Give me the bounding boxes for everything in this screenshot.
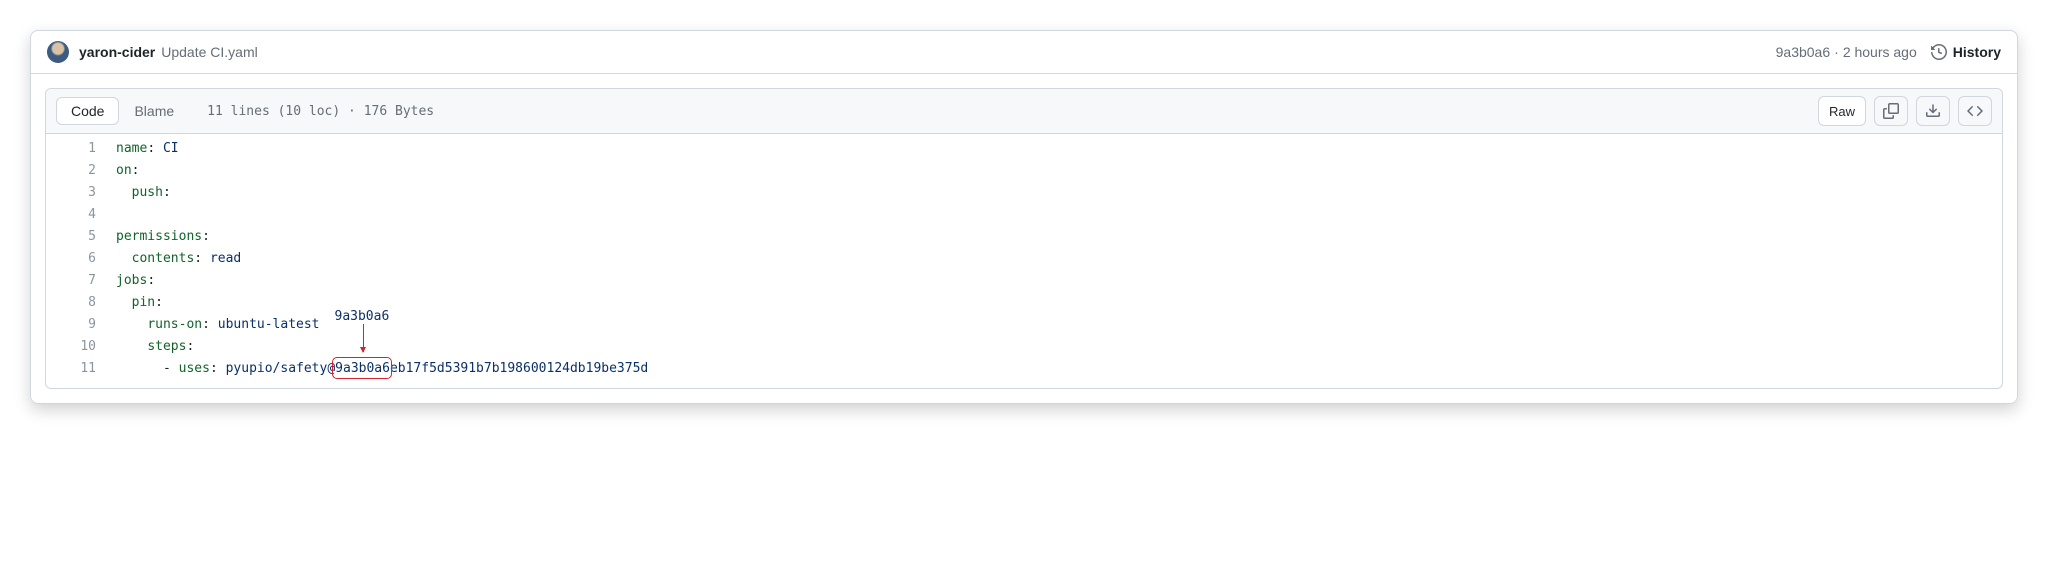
line-number: 7: [46, 270, 96, 292]
code-line: on:: [116, 160, 2002, 182]
file-box: Code Blame 11 lines (10 loc) · 176 Bytes…: [45, 88, 2003, 389]
line-number: 10: [46, 336, 96, 358]
tab-blame[interactable]: Blame: [119, 97, 189, 125]
file-meta: 11 lines (10 loc) · 176 Bytes: [207, 104, 434, 119]
code-line: steps:: [116, 336, 2002, 358]
file-view-card: yaron-cider Update CI.yaml 9a3b0a6 · 2 h…: [30, 30, 2018, 404]
code-icon: [1967, 103, 1983, 119]
file-toolbar: Code Blame 11 lines (10 loc) · 176 Bytes…: [46, 89, 2002, 134]
code-line: contents: read: [116, 248, 2002, 270]
code-line: runs-on: ubuntu-latest: [116, 314, 2002, 336]
history-button[interactable]: History: [1931, 44, 2001, 60]
download-icon: [1925, 103, 1941, 119]
line-number: 1: [46, 138, 96, 160]
view-mode-tabs: Code Blame: [56, 97, 189, 125]
latest-commit-bar: yaron-cider Update CI.yaml 9a3b0a6 · 2 h…: [31, 31, 2017, 74]
line-number: 9: [46, 314, 96, 336]
commit-author[interactable]: yaron-cider: [79, 44, 155, 60]
code-line: pin:: [116, 292, 2002, 314]
history-label: History: [1953, 44, 2001, 60]
line-number: 4: [46, 204, 96, 226]
commit-time: 2 hours ago: [1843, 44, 1917, 60]
code-line: push:: [116, 182, 2002, 204]
code-line: - uses: pyupio/safety@9a3b0a6eb17f5d5391…: [116, 358, 2002, 380]
line-number: 11: [46, 358, 96, 380]
tab-code[interactable]: Code: [56, 97, 119, 125]
code-line: [116, 204, 2002, 226]
line-number: 3: [46, 182, 96, 204]
line-number: 8: [46, 292, 96, 314]
download-button[interactable]: [1916, 96, 1950, 126]
line-number: 5: [46, 226, 96, 248]
toolbar-actions: Raw: [1818, 96, 1992, 126]
copy-button[interactable]: [1874, 96, 1908, 126]
separator: ·: [1834, 44, 1839, 60]
line-number: 6: [46, 248, 96, 270]
avatar[interactable]: [47, 41, 69, 63]
raw-button[interactable]: Raw: [1818, 96, 1866, 126]
code-line: name: CI: [116, 138, 2002, 160]
copy-icon: [1883, 103, 1899, 119]
commit-sha[interactable]: 9a3b0a6: [1776, 44, 1831, 60]
line-numbers: 1234567891011: [46, 138, 116, 380]
code-line: jobs:: [116, 270, 2002, 292]
code-area: 1234567891011 9a3b0a6 name: CIon: push: …: [46, 134, 2002, 388]
history-icon: [1931, 44, 1947, 60]
symbols-button[interactable]: [1958, 96, 1992, 126]
code-line: permissions:: [116, 226, 2002, 248]
commit-message[interactable]: Update CI.yaml: [161, 44, 257, 60]
code-content[interactable]: 9a3b0a6 name: CIon: push: permissions: c…: [116, 138, 2002, 380]
line-number: 2: [46, 160, 96, 182]
